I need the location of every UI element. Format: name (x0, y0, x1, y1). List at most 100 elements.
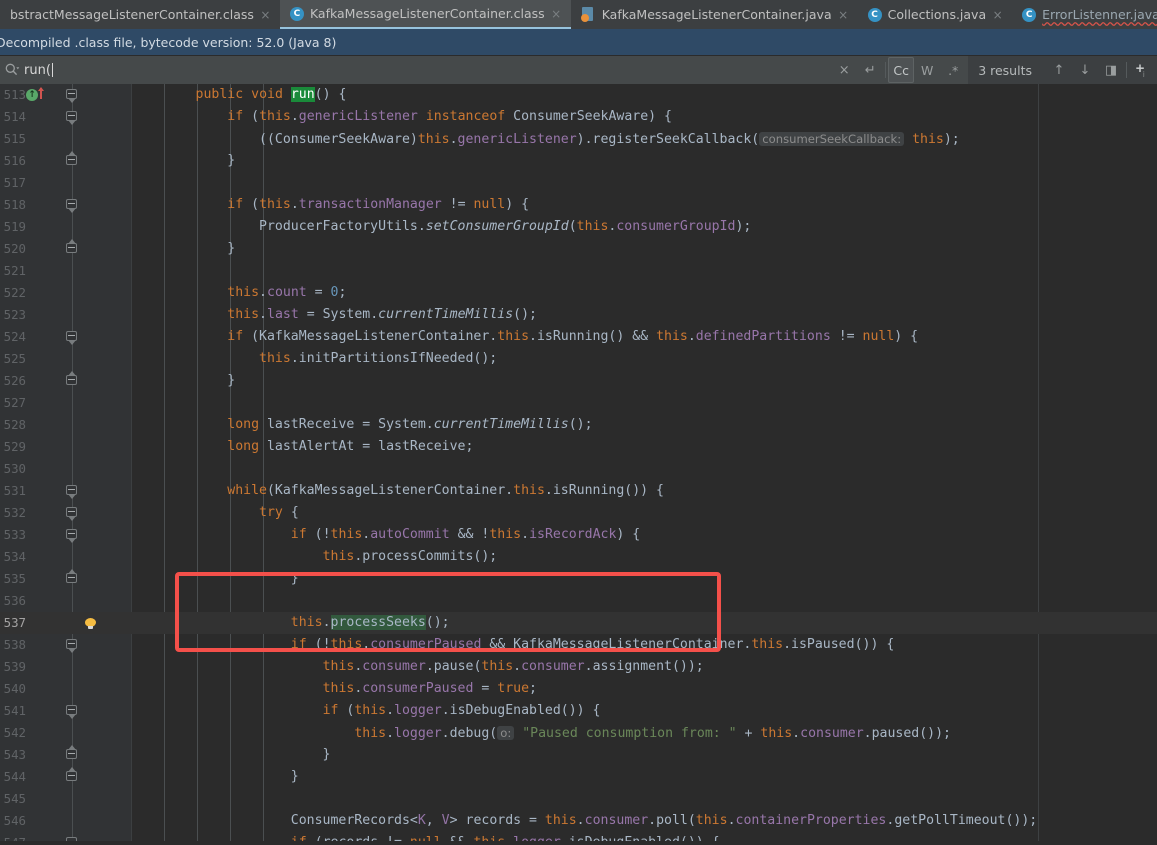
code-line[interactable]: 533 if (!this.autoCommit && !this.isReco… (0, 524, 1157, 546)
code-line[interactable]: 527 (0, 392, 1157, 414)
code-line[interactable]: 534 this.processCommits(); (0, 546, 1157, 568)
toolbar-divider (1126, 62, 1127, 78)
code-text: if (!this.autoCommit && !this.isRecordAc… (290, 527, 641, 542)
tab-collections-java[interactable]: C Collections.java × (858, 0, 1013, 29)
code-line[interactable]: 531 while(KafkaMessageListenerContainer.… (0, 480, 1157, 502)
tab-label: ErrorListenner.java (1042, 7, 1157, 22)
fold-end-icon[interactable] (66, 239, 78, 255)
code-line[interactable]: 522 this.count = 0; (0, 282, 1157, 304)
code-text: } (132, 373, 236, 388)
code-lines[interactable]: 513 ↑ public void run() {514 if (this.gen… (0, 84, 1157, 841)
line-number: 543 (3, 747, 26, 762)
line-number: 542 (3, 725, 26, 740)
code-line[interactable]: 538 if (!this.consumerPaused && KafkaMes… (0, 634, 1157, 656)
code-line[interactable]: 543 } (0, 744, 1157, 766)
code-line[interactable]: 535 } (0, 568, 1157, 590)
code-line[interactable]: 540 this.consumerPaused = true; (0, 678, 1157, 700)
line-number: 546 (3, 813, 26, 828)
words-toggle[interactable]: W (914, 57, 940, 83)
regex-toggle[interactable]: .* (940, 57, 966, 83)
close-icon[interactable]: × (838, 9, 849, 21)
tab-abstract-message-listener-container-class[interactable]: bstractMessageListenerContainer.class × (0, 0, 280, 29)
line-number: 535 (3, 571, 26, 586)
editor-tab-bar[interactable]: bstractMessageListenerContainer.class × … (0, 0, 1157, 29)
intention-bulb-icon[interactable] (85, 618, 96, 629)
line-number: 539 (3, 659, 26, 674)
fold-end-icon[interactable] (66, 569, 78, 585)
notice-text: Decompiled .class file, bytecode version… (0, 34, 337, 50)
code-line[interactable]: 530 (0, 458, 1157, 480)
line-number: 525 (3, 351, 26, 366)
close-icon[interactable]: × (992, 9, 1003, 21)
fold-collapse-icon[interactable] (66, 639, 78, 653)
fold-collapse-icon[interactable] (66, 89, 78, 103)
code-line[interactable]: 536 (0, 590, 1157, 612)
tab-error-listenner-java[interactable]: C ErrorListenner.java × (1012, 0, 1157, 29)
code-text: this.processCommits(); (322, 549, 498, 564)
implementing-method-marker-icon[interactable] (38, 87, 44, 99)
select-all-occurrences-button[interactable]: ◨ (1098, 57, 1124, 83)
search-input[interactable]: run( (0, 56, 832, 84)
code-line[interactable]: 525 this.initPartitionsIfNeeded(); (0, 348, 1157, 370)
code-line[interactable]: 542 this.logger.debug(o: "Paused consump… (0, 722, 1157, 744)
svg-text:j: j (1142, 71, 1145, 77)
fold-collapse-icon[interactable] (66, 111, 78, 125)
fold-collapse-icon[interactable] (66, 507, 78, 521)
code-line[interactable]: 517 (0, 172, 1157, 194)
line-number: 521 (3, 263, 26, 278)
code-line[interactable]: 523 this.last = System.currentTimeMillis… (0, 304, 1157, 326)
java-file-icon (580, 7, 596, 22)
close-icon[interactable]: × (260, 9, 271, 21)
clear-search-button[interactable]: × (831, 57, 857, 83)
code-line[interactable]: 519 ProducerFactoryUtils.setConsumerGrou… (0, 216, 1157, 238)
code-line[interactable]: 513 ↑ public void run() { (0, 84, 1157, 106)
code-line[interactable]: 514 if (this.genericListener instanceof … (0, 106, 1157, 128)
search-toolbar-actions[interactable]: × ↵ Cc W .* (831, 56, 969, 84)
code-line[interactable]: 544 } (0, 766, 1157, 788)
code-line[interactable]: 529 long lastAlertAt = lastReceive; (0, 436, 1157, 458)
line-number: 545 (3, 791, 26, 806)
code-line[interactable]: 532 try { (0, 502, 1157, 524)
code-line[interactable]: 516 } (0, 150, 1157, 172)
line-number: 547 (0, 832, 26, 841)
code-line[interactable]: 521 (0, 260, 1157, 282)
code-text: long lastReceive = System.currentTimeMil… (227, 417, 593, 432)
tab-kafka-message-listener-container-class[interactable]: C KafkaMessageListenerContainer.class × (279, 0, 571, 29)
tab-kafka-message-listener-container-java[interactable]: KafkaMessageListenerContainer.java × (571, 0, 858, 29)
match-case-toggle[interactable]: Cc (888, 57, 915, 83)
fold-end-icon[interactable] (66, 151, 78, 167)
fold-end-icon[interactable] (66, 745, 78, 761)
code-text: if (!this.consumerPaused && KafkaMessage… (290, 637, 895, 652)
code-line[interactable]: 524 if (KafkaMessageListenerContainer.th… (0, 326, 1157, 348)
fold-collapse-icon[interactable] (66, 837, 78, 841)
code-line[interactable]: 526 } (0, 370, 1157, 392)
fold-end-icon[interactable] (66, 767, 78, 783)
code-line[interactable]: 520 } (0, 238, 1157, 260)
code-line[interactable]: 518 if (this.transactionManager != null)… (0, 194, 1157, 216)
fold-collapse-icon[interactable] (66, 529, 78, 543)
code-line[interactable]: 547 if (records != null && this.logger.i… (0, 832, 1157, 841)
code-line[interactable]: 546 ConsumerRecords<K, V> records = this… (0, 810, 1157, 832)
code-line[interactable]: 539 this.consumer.pause(this.consumer.as… (0, 656, 1157, 678)
fold-collapse-icon[interactable] (66, 485, 78, 499)
code-line[interactable]: 541 if (this.logger.isDebugEnabled()) { (0, 700, 1157, 722)
find-in-file-toolbar[interactable]: run( × ↵ Cc W .* 3 results ↑ ↓ ◨ j (0, 56, 1157, 84)
close-icon[interactable]: × (551, 8, 562, 20)
add-search-button[interactable]: j (1129, 57, 1155, 83)
code-line[interactable]: 545 (0, 788, 1157, 810)
fold-collapse-icon[interactable] (66, 199, 78, 213)
code-line[interactable]: 515 ((ConsumerSeekAware)this.genericList… (0, 128, 1157, 150)
code-editor[interactable]: 513 ↑ public void run() {514 if (this.gen… (0, 84, 1157, 841)
find-previous-button[interactable]: ↑ (1046, 57, 1072, 83)
fold-collapse-icon[interactable] (66, 705, 78, 719)
fold-end-icon[interactable] (66, 371, 78, 387)
fold-collapse-icon[interactable] (66, 331, 78, 345)
search-icon[interactable] (4, 62, 20, 78)
class-icon: C (1022, 7, 1037, 22)
search-history-icon[interactable]: ↵ (857, 57, 883, 83)
results-count: 3 results (978, 62, 1032, 78)
find-next-button[interactable]: ↓ (1072, 57, 1098, 83)
override-method-icon[interactable]: ↑ (26, 89, 38, 101)
code-line[interactable]: 528 long lastReceive = System.currentTim… (0, 414, 1157, 436)
code-line[interactable]: 537 this.processSeeks(); (0, 612, 1157, 634)
